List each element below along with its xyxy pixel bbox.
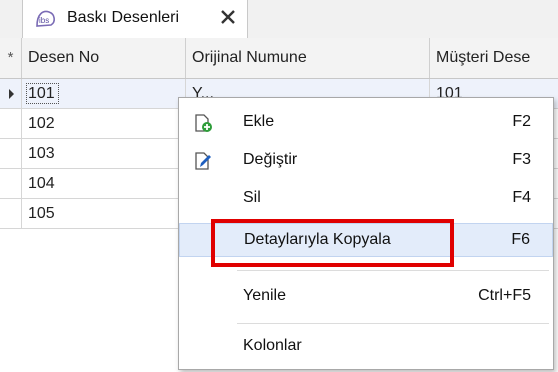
menu-item-degistir[interactable]: Değiştir F3	[179, 144, 553, 178]
edit-icon	[195, 152, 211, 170]
highlight-annotation	[211, 219, 454, 267]
menu-item-label: Sil	[243, 189, 261, 206]
cell-desen-no[interactable]: 103	[22, 139, 186, 168]
menu-separator	[237, 270, 549, 271]
cell-desen-no[interactable]: 104	[22, 169, 186, 198]
svg-text:ibs: ibs	[39, 16, 49, 25]
add-icon	[195, 114, 212, 132]
menu-item-kolonlar[interactable]: Kolonlar	[179, 330, 553, 364]
menu-separator	[237, 323, 549, 324]
row-indicator-cell	[0, 79, 22, 108]
menu-item-shortcut: F3	[512, 151, 531, 168]
grid-header: * Desen No Orijinal Numune Müşteri Dese	[0, 38, 558, 79]
menu-item-shortcut: Ctrl+F5	[478, 287, 531, 304]
menu-item-ekle[interactable]: Ekle F2	[179, 106, 553, 140]
menu-item-shortcut: F2	[512, 113, 531, 130]
cell-desen-no[interactable]: 102	[22, 109, 186, 138]
row-indicator-cell	[0, 139, 22, 168]
column-header-orijinal-numune[interactable]: Orijinal Numune	[186, 38, 430, 78]
row-indicator-cell	[0, 169, 22, 198]
cell-desen-no[interactable]: 101	[22, 79, 186, 108]
tab-title: Baskı Desenleri	[67, 9, 180, 26]
menu-item-sil[interactable]: Sil F4	[179, 182, 553, 216]
menu-item-yenile[interactable]: Yenile Ctrl+F5	[179, 280, 553, 314]
row-indicator-cell	[0, 199, 22, 228]
menu-item-label: Değiştir	[243, 151, 298, 168]
menu-item-shortcut: F6	[511, 231, 530, 248]
tab-strip: ibs Baskı Desenleri	[0, 0, 558, 39]
menu-item-label: Ekle	[243, 113, 275, 130]
menu-item-shortcut: F4	[512, 189, 531, 206]
cell-desen-no[interactable]: 105	[22, 199, 186, 228]
row-indicator-cell	[0, 109, 22, 138]
column-header-musteri-desen[interactable]: Müşteri Dese	[430, 38, 558, 78]
column-header-indicator: *	[0, 38, 22, 78]
current-row-arrow-icon	[9, 89, 14, 99]
tab-baski-desenleri[interactable]: ibs Baskı Desenleri	[22, 0, 248, 38]
app-logo-icon: ibs	[36, 10, 55, 27]
menu-item-label: Kolonlar	[243, 337, 302, 354]
column-header-desen-no[interactable]: Desen No	[22, 38, 186, 78]
close-icon[interactable]	[219, 8, 237, 26]
menu-item-label: Yenile	[243, 287, 287, 304]
